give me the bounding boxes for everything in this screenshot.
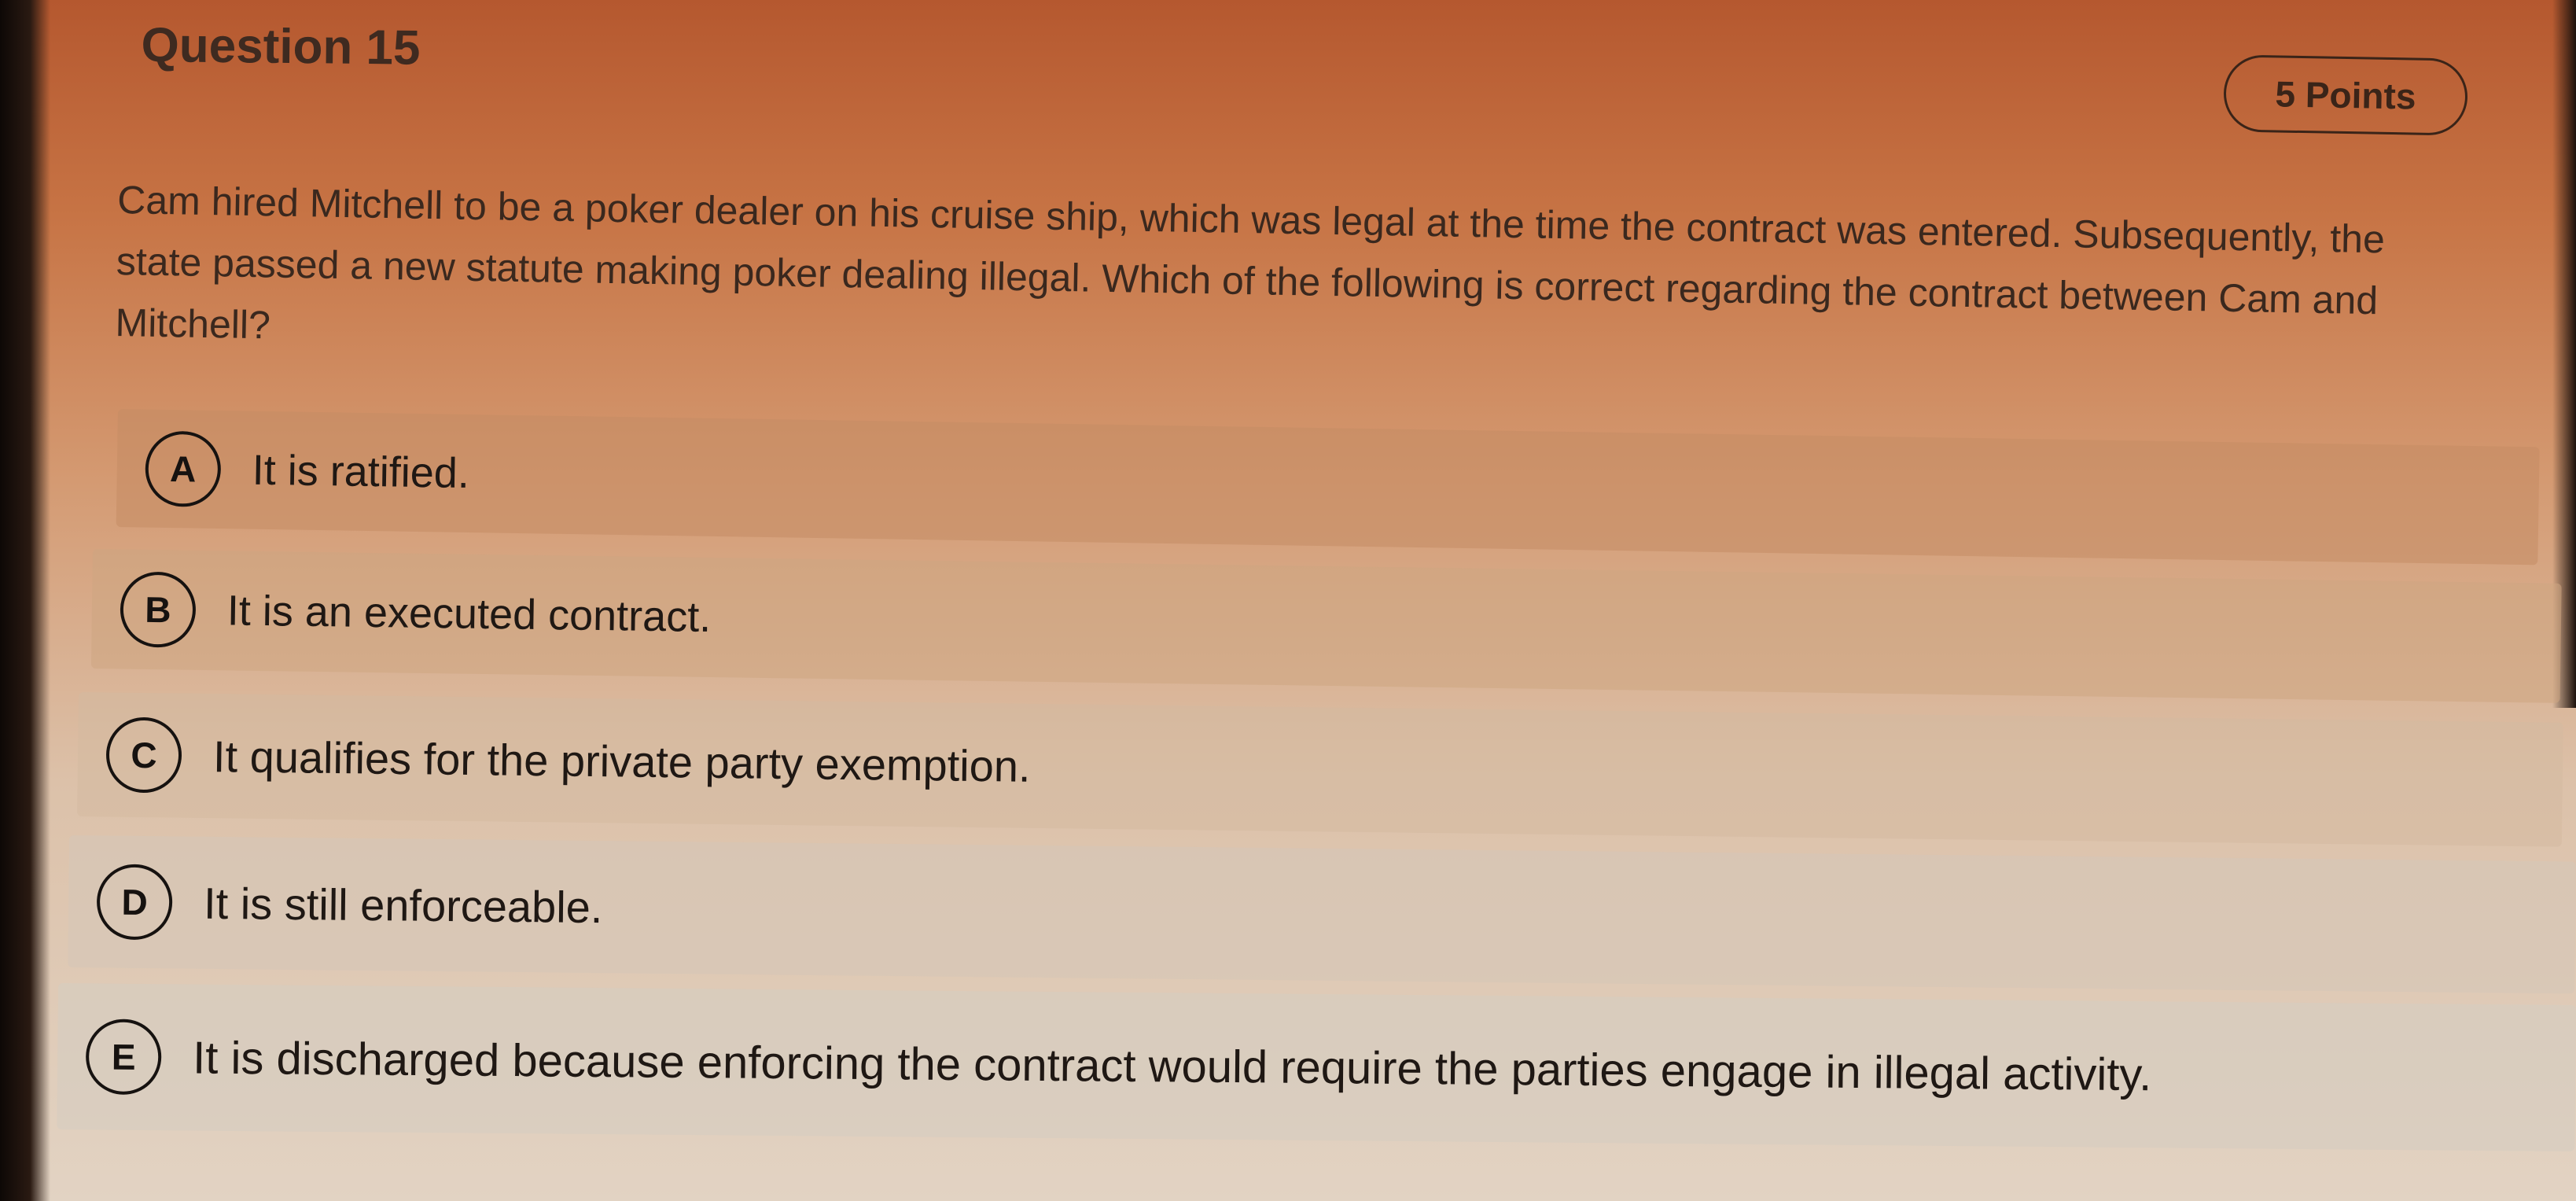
option-text-d: It is still enforceable. (203, 878, 603, 932)
option-text-e: It is discharged because enforcing the c… (192, 1031, 2152, 1100)
option-letter-a: A (145, 430, 222, 508)
option-text-a: It is ratified. (252, 446, 470, 498)
question-title: Question 15 (141, 17, 421, 76)
question-text: Cam hired Mitchell to be a poker dealer … (115, 177, 2386, 348)
option-text-c: It qualifies for the private party exemp… (212, 731, 1031, 791)
option-e[interactable]: E It is discharged because enforcing the… (57, 983, 2576, 1151)
option-a[interactable]: A It is ratified. (116, 409, 2540, 566)
option-letter-c: C (105, 717, 182, 794)
option-letter-b: B (120, 571, 197, 648)
screen-bezel-left (0, 0, 50, 1201)
option-text-b: It is an executed contract. (226, 587, 712, 641)
option-c[interactable]: C It qualifies for the private party exe… (77, 692, 2563, 847)
option-d[interactable]: D It is still enforceable. (68, 835, 2576, 994)
option-letter-d: D (96, 864, 173, 941)
option-letter-e: E (85, 1019, 162, 1096)
points-badge: 5 Points (2223, 54, 2468, 136)
option-b[interactable]: B It is an executed contract. (90, 549, 2562, 703)
